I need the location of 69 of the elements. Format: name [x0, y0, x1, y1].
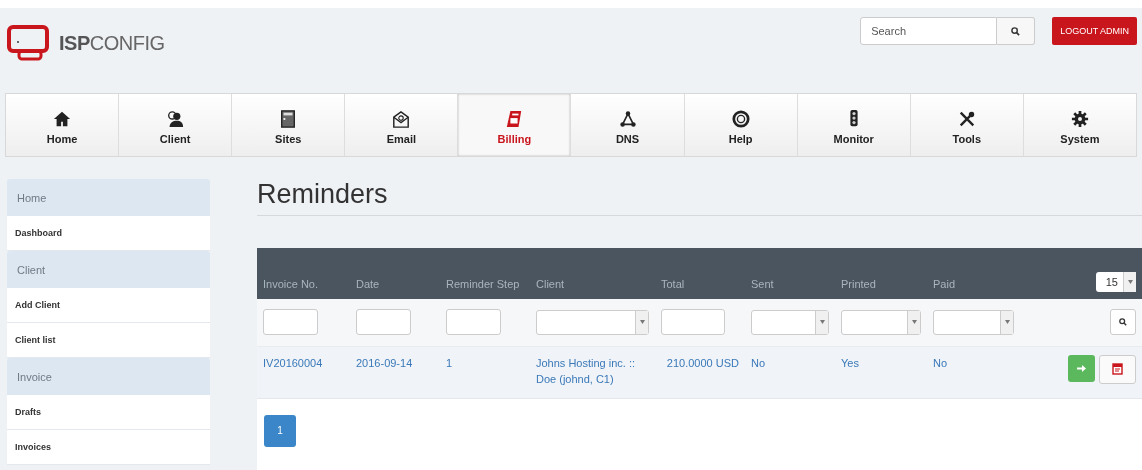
sidebar-link[interactable]: Drafts [7, 395, 210, 430]
pdf-button[interactable] [1099, 354, 1136, 384]
column-header[interactable]: Total [661, 278, 685, 290]
nav-tab[interactable]: Monitor [797, 94, 911, 156]
nav-tab[interactable]: Home [6, 94, 120, 156]
column-header[interactable]: Reminder Step [446, 278, 520, 290]
nav-tab[interactable]: Sites [232, 94, 346, 156]
nav-tab[interactable]: System [1023, 94, 1136, 156]
filter-field[interactable] [356, 309, 411, 336]
nav-tab[interactable]: Help [684, 94, 798, 156]
column-header[interactable]: Sent [751, 278, 774, 290]
column-header[interactable]: Printed [841, 278, 876, 290]
column-header[interactable]: Date [356, 278, 380, 290]
nav-tab[interactable]: Billing [458, 94, 572, 156]
table-cell-link[interactable]: 210.0000 USD [661, 354, 739, 371]
table-cell-link[interactable]: No [933, 354, 1014, 371]
sidebar-heading: Client [7, 251, 210, 288]
sidebar-link[interactable]: Invoices [7, 430, 210, 465]
caret-icon [1004, 320, 1010, 325]
sidebar-heading: Home [7, 179, 210, 216]
sidebar-link[interactable]: Client list [7, 323, 210, 358]
table-cell-link[interactable]: No [751, 354, 829, 371]
page-size-select[interactable]: 15 [1095, 272, 1136, 292]
network-icon [618, 109, 637, 128]
filter-select[interactable] [933, 309, 1014, 335]
logout-button[interactable]: LOGOUT ADMIN [1052, 17, 1137, 45]
logo-text: ISPCONFIG [59, 31, 165, 55]
page-title: Reminders [257, 179, 389, 211]
envelope-icon [392, 109, 411, 128]
arrow-right-icon [1077, 364, 1086, 372]
search-icon [1119, 318, 1127, 327]
page-button[interactable]: 1 [264, 414, 296, 447]
document-icon [279, 109, 298, 128]
home-icon [53, 109, 72, 128]
tools-icon [957, 109, 976, 128]
filter-select[interactable] [536, 309, 649, 335]
filter-select[interactable] [841, 309, 921, 335]
sidebar-link[interactable]: Add Client [7, 288, 210, 323]
sidebar-heading: Invoice [7, 358, 210, 395]
search-field[interactable]: Search [860, 17, 998, 45]
filter-field[interactable] [263, 309, 318, 336]
nav-tab[interactable]: DNS [571, 94, 685, 156]
caret-icon [1127, 280, 1133, 284]
pdf-icon [1112, 363, 1123, 375]
users-icon [166, 109, 185, 128]
table-cell-link[interactable]: IV20160004 [263, 354, 344, 371]
table-cell-link[interactable]: Yes [841, 354, 921, 371]
table-cell-link[interactable]: 2016-09-14 [356, 354, 434, 371]
search-icon [1011, 26, 1021, 36]
nav-tab[interactable]: Tools [910, 94, 1024, 156]
column-header[interactable]: Paid [933, 278, 956, 290]
search-button[interactable] [997, 17, 1036, 45]
caret-icon [819, 320, 825, 325]
filter-select[interactable] [751, 309, 829, 335]
lifebuoy-icon [731, 109, 750, 128]
open-button[interactable] [1068, 354, 1095, 382]
caret-icon [911, 320, 917, 325]
filter-field[interactable] [661, 309, 725, 336]
sidebar-link[interactable]: Dashboard [7, 216, 210, 251]
table-cell-link[interactable]: Johns Hosting inc. :: Doe (johnd, C1) [536, 354, 649, 387]
column-header[interactable]: Client [536, 278, 565, 290]
filter-field[interactable] [446, 309, 501, 336]
table-cell-link[interactable]: 1 [446, 354, 524, 371]
nav-tab[interactable]: Client [119, 94, 233, 156]
settings-icon [1070, 109, 1089, 128]
filter-search-button[interactable] [1110, 309, 1136, 336]
caret-icon [639, 320, 645, 325]
column-header[interactable]: Invoice No. [263, 278, 319, 290]
billing-icon [505, 109, 524, 128]
